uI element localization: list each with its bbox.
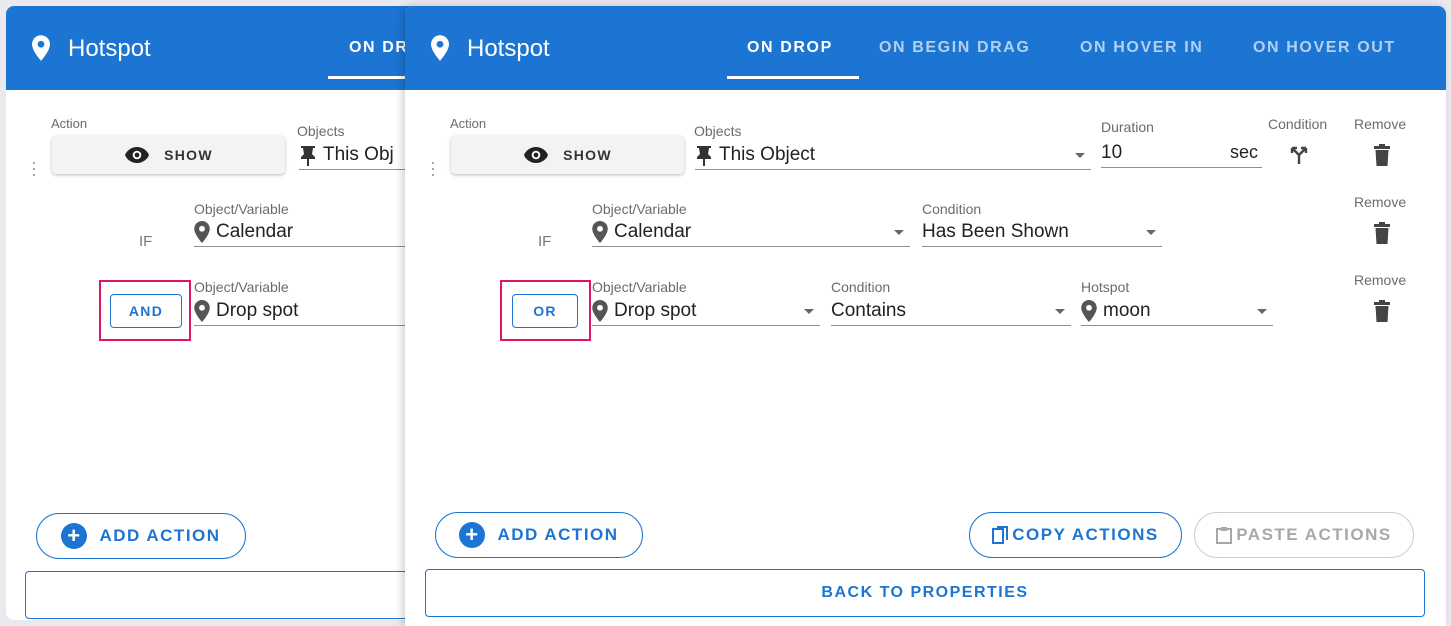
object-variable-value: Calendar: [614, 220, 692, 242]
action-label: Action: [51, 116, 88, 131]
or-logic-button[interactable]: OR: [512, 294, 578, 328]
duration-input[interactable]: 10 sec: [1101, 138, 1262, 168]
remove-label: Remove: [1354, 272, 1407, 288]
if-label: IF: [139, 233, 153, 250]
object-variable-value-2: Drop spot: [216, 299, 299, 321]
duration-value: 10: [1101, 141, 1123, 163]
location-pin-icon: [194, 220, 210, 243]
location-pin-icon: [592, 299, 608, 322]
condition-value-2: Contains: [831, 299, 906, 321]
if-label: IF: [538, 233, 552, 250]
location-pin-icon: [1081, 299, 1097, 322]
back-panel-title: Hotspot: [68, 35, 151, 62]
objects-value: This Obj: [323, 143, 394, 165]
kebab-menu-icon[interactable]: · · ·: [429, 153, 437, 183]
duration-unit: sec: [1229, 142, 1258, 162]
add-circle-icon: +: [61, 523, 88, 549]
remove-label: Remove: [1354, 194, 1407, 210]
trash-icon[interactable]: [1374, 144, 1390, 166]
chevron-down-icon: [1257, 309, 1267, 314]
condition-header-label: Condition: [1268, 116, 1328, 132]
objects-label: Objects: [694, 123, 742, 139]
remove-label: Remove: [1354, 116, 1407, 132]
objects-select[interactable]: This Object: [695, 140, 1091, 170]
object-variable-select[interactable]: Calendar: [592, 217, 910, 247]
eye-icon: [125, 147, 150, 163]
action-label: Action: [450, 116, 487, 131]
add-circle-icon: +: [459, 522, 486, 548]
add-action-button[interactable]: + ADD ACTION: [36, 513, 246, 559]
object-variable-value: Calendar: [216, 220, 294, 242]
copy-actions-button[interactable]: COPY ACTIONS: [969, 512, 1182, 558]
show-action-button[interactable]: SHOW: [451, 136, 684, 174]
front-panel-title: Hotspot: [467, 35, 550, 62]
push-pin-icon: [299, 144, 317, 166]
front-panel: Hotspot ON DROP ON BEGIN DRAG ON HOVER I…: [405, 6, 1446, 626]
show-action-label: SHOW: [563, 147, 612, 163]
back-panel: Hotspot ON DR Action · · · SHOW Objects Th…: [6, 6, 426, 620]
back-to-properties-button[interactable]: BACK TO PROPERTIES: [425, 569, 1425, 617]
add-action-label: ADD ACTION: [497, 525, 619, 544]
location-pin-icon: [431, 35, 449, 61]
show-action-label: SHOW: [164, 147, 213, 163]
back-panel-header: Hotspot ON DR: [6, 6, 426, 90]
paste-actions-button[interactable]: PASTE ACTIONS: [1194, 512, 1414, 558]
object-variable-select-2[interactable]: Drop spot: [194, 296, 426, 326]
front-panel-header: Hotspot ON DROP ON BEGIN DRAG ON HOVER I…: [405, 6, 1446, 90]
add-action-label: ADD ACTION: [99, 526, 221, 545]
push-pin-icon: [695, 144, 713, 166]
back-tab-on-drop[interactable]: ON DR: [349, 39, 409, 57]
object-variable-label-2: Object/Variable: [592, 279, 687, 295]
tab-on-hover-out[interactable]: ON HOVER OUT: [1253, 39, 1396, 57]
object-variable-label-2: Object/Variable: [194, 279, 289, 295]
location-pin-icon: [32, 35, 50, 61]
eye-icon: [524, 147, 549, 163]
tab-on-hover-in[interactable]: ON HOVER IN: [1080, 39, 1203, 57]
objects-label: Objects: [297, 123, 345, 139]
and-logic-button[interactable]: AND: [110, 294, 182, 328]
hotspot-label: Hotspot: [1081, 279, 1130, 295]
duration-label: Duration: [1101, 119, 1154, 135]
hotspot-value: moon: [1103, 299, 1151, 321]
object-variable-label: Object/Variable: [194, 201, 289, 217]
condition-select[interactable]: Has Been Shown: [922, 217, 1162, 247]
tab-on-begin-drag[interactable]: ON BEGIN DRAG: [879, 39, 1030, 57]
hotspot-select[interactable]: moon: [1081, 296, 1273, 326]
object-variable-select[interactable]: Calendar: [194, 217, 426, 247]
chevron-down-icon: [894, 230, 904, 235]
trash-icon[interactable]: [1374, 300, 1390, 322]
chevron-down-icon: [1055, 309, 1065, 314]
paste-icon: [1216, 527, 1233, 544]
paste-actions-label: PASTE ACTIONS: [1236, 525, 1392, 544]
condition-label: Condition: [922, 201, 982, 217]
objects-value: This Object: [719, 143, 816, 165]
object-variable-select-2[interactable]: Drop spot: [592, 296, 820, 326]
location-pin-icon: [592, 220, 608, 243]
copy-actions-label: COPY ACTIONS: [1012, 525, 1159, 544]
back-to-properties-button-partial[interactable]: [25, 571, 426, 619]
condition-select-2[interactable]: Contains: [831, 296, 1071, 326]
kebab-menu-icon[interactable]: · · ·: [30, 153, 38, 183]
show-action-button[interactable]: SHOW: [52, 136, 285, 174]
condition-value: Has Been Shown: [922, 220, 1069, 242]
object-variable-value-2: Drop spot: [614, 299, 697, 321]
active-tab-underline: [727, 76, 859, 79]
condition-split-icon[interactable]: [1288, 143, 1310, 165]
chevron-down-icon: [804, 309, 814, 314]
copy-icon: [992, 526, 1009, 544]
add-action-button[interactable]: + ADD ACTION: [435, 512, 643, 558]
tab-on-drop[interactable]: ON DROP: [747, 39, 833, 57]
chevron-down-icon: [1146, 230, 1156, 235]
object-variable-label: Object/Variable: [592, 201, 687, 217]
condition-label-2: Condition: [831, 279, 891, 295]
location-pin-icon: [194, 299, 210, 322]
chevron-down-icon: [1075, 153, 1085, 158]
trash-icon[interactable]: [1374, 222, 1390, 244]
